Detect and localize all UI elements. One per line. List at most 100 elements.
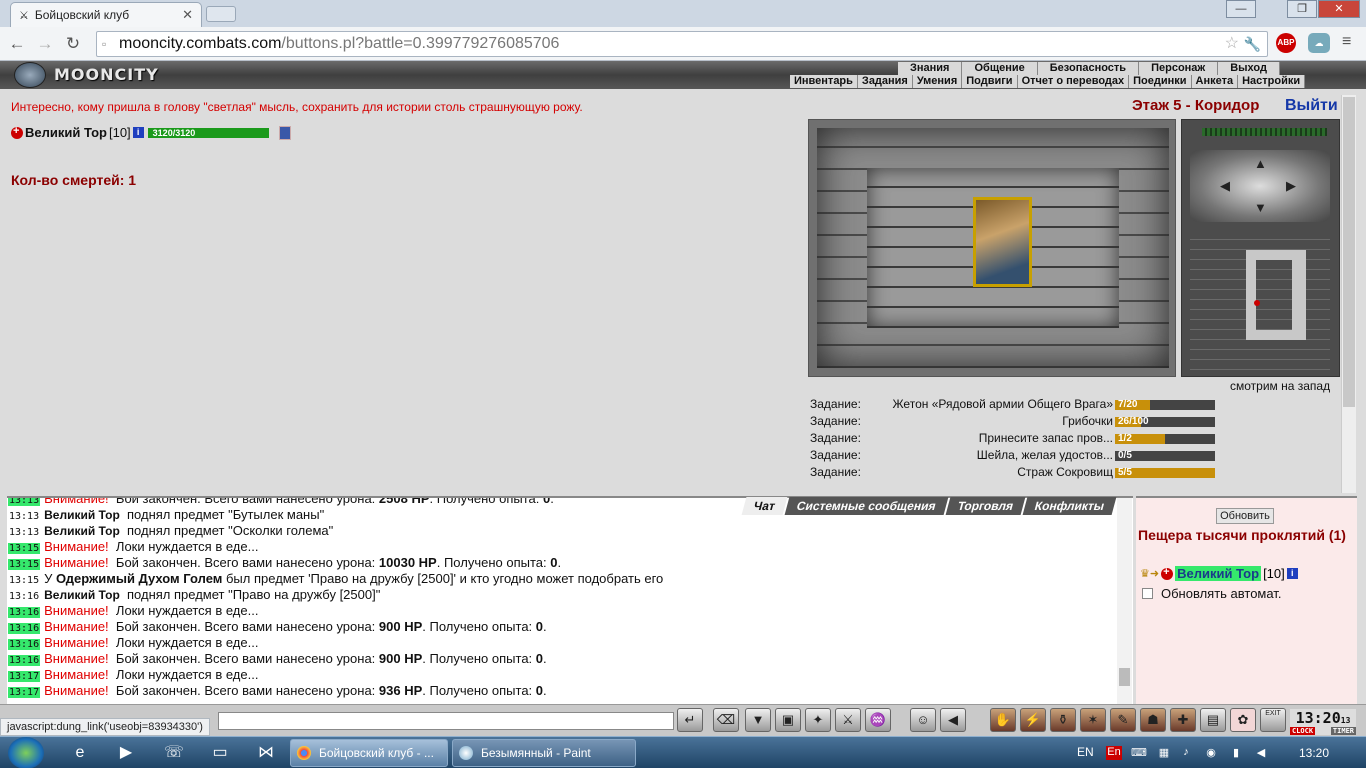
close-window-button[interactable]: ✕ — [1318, 0, 1360, 18]
forward-icon[interactable]: ▲ — [1254, 156, 1267, 171]
menu-knowledge[interactable]: Знания — [898, 62, 963, 75]
info-icon[interactable]: i — [1286, 568, 1298, 579]
site-header: MOONCITY Знания Общение Безопасность Пер… — [0, 61, 1366, 89]
tray-network-icon[interactable]: ▦ — [1156, 746, 1172, 760]
turn-left-icon[interactable]: ◀ — [1220, 178, 1230, 194]
clock-label[interactable]: CLOCK — [1290, 727, 1316, 735]
submenu-profile[interactable]: Анкета — [1191, 75, 1239, 88]
task-name[interactable]: Страж Сокровищ — [1017, 465, 1113, 479]
task-name[interactable]: Грибочки — [1062, 414, 1113, 428]
smiley-icon[interactable]: ☺ — [910, 708, 936, 732]
skill-2-icon[interactable]: ⚡ — [1020, 708, 1046, 732]
chat-line: 13:17 Внимание! Локи нуждается в еде... — [8, 667, 1108, 683]
task-name[interactable]: Шейла, желая удостов... — [977, 448, 1113, 462]
submenu-inventory[interactable]: Инвентарь — [790, 75, 858, 88]
reload-icon[interactable]: ↻ — [62, 33, 84, 55]
chrome-icon — [297, 746, 311, 760]
system-clock[interactable]: 13:20 — [1299, 746, 1329, 760]
language-indicator[interactable]: EN — [1077, 745, 1094, 759]
chat-scrollbar[interactable] — [1117, 498, 1132, 704]
menu-character[interactable]: Персонаж — [1139, 62, 1219, 75]
submenu-fights[interactable]: Поединки — [1129, 75, 1192, 88]
submenu-skills[interactable]: Умения — [912, 75, 963, 88]
player-info: Великий Тор [10] i 3120/3120 — [11, 125, 291, 140]
menu-communication[interactable]: Общение — [962, 62, 1038, 75]
chat-input[interactable] — [218, 712, 674, 730]
browser-tab[interactable]: ⚔ Бойцовский клуб ✕ — [10, 2, 202, 27]
submenu-achievements[interactable]: Подвиги — [962, 75, 1018, 88]
address-bar[interactable]: ▫ mooncity.combats.com/buttons.pl?battle… — [96, 31, 1268, 57]
speaker-icon[interactable]: ◀ — [940, 708, 966, 732]
scrollbar-thumb[interactable] — [1343, 97, 1355, 407]
chat-time: 13:16 — [9, 591, 40, 602]
menu-security[interactable]: Безопасность — [1037, 62, 1140, 75]
explorer-icon[interactable]: ▭ — [206, 741, 234, 765]
chat-scrollbar-thumb[interactable] — [1119, 668, 1130, 686]
new-tab-button[interactable] — [206, 6, 236, 22]
back-icon[interactable]: ▼ — [1254, 200, 1267, 215]
chat-player[interactable]: Великий Тор — [44, 524, 120, 538]
chat-text: поднял предмет "Бутылек маны" — [127, 507, 325, 522]
menu-icon[interactable]: ≡ — [1342, 33, 1351, 51]
member-name[interactable]: Великий Тор — [1175, 566, 1262, 581]
bookmark-star-icon[interactable]: ☆ — [1225, 32, 1239, 56]
tray-en-icon[interactable]: En — [1106, 746, 1122, 760]
save-icon[interactable]: ▣ — [775, 708, 801, 732]
wrench-icon[interactable]: 🔧 — [1244, 32, 1261, 56]
menu-exit[interactable]: Выход — [1218, 62, 1280, 75]
turn-right-icon[interactable]: ▶ — [1286, 178, 1296, 194]
minimize-button[interactable]: — — [1226, 0, 1256, 18]
chat-player[interactable]: Великий Тор — [44, 508, 120, 522]
skill-9-icon[interactable]: ✿ — [1230, 708, 1256, 732]
task-name[interactable]: Жетон «Рядовой армии Общего Врага» — [893, 397, 1114, 411]
tray-signal-icon[interactable]: ▮ — [1228, 746, 1244, 760]
skill-4-icon[interactable]: ✶ — [1080, 708, 1106, 732]
back-arrow-icon[interactable]: ← — [6, 33, 28, 55]
tab-close-icon[interactable]: ✕ — [182, 7, 193, 23]
info-icon[interactable]: i — [132, 127, 144, 138]
skill-1-icon[interactable]: ✋ — [990, 708, 1016, 732]
eraser-icon[interactable]: ⌫ — [713, 708, 739, 732]
tray-keyboard-icon[interactable]: ⌨ — [1131, 746, 1147, 760]
task-name[interactable]: Принесите запас пров... — [979, 431, 1113, 445]
sword-icon[interactable]: ⚔ — [835, 708, 861, 732]
timer-label[interactable]: TIMER — [1330, 727, 1356, 735]
main-scrollbar[interactable] — [1341, 95, 1356, 493]
ie-icon[interactable]: e — [66, 741, 94, 765]
maximize-button[interactable]: ❐ — [1287, 0, 1317, 18]
taskbar-chrome-window[interactable]: Бойцовский клуб - ... — [290, 739, 448, 767]
player-name[interactable]: Великий Тор — [25, 125, 107, 140]
auto-update-checkbox[interactable] — [1142, 588, 1153, 599]
chat-player[interactable]: Великий Тор — [44, 588, 120, 602]
tray-volume-icon[interactable]: ♪ — [1178, 746, 1194, 760]
media-player-icon[interactable]: ▶ — [112, 741, 140, 765]
viber-icon[interactable]: ☏ — [160, 741, 188, 765]
submenu-quests[interactable]: Задания — [857, 75, 913, 88]
forward-arrow-icon[interactable]: → — [34, 33, 56, 55]
send-icon[interactable]: ↵ — [677, 708, 703, 732]
exit-button[interactable]: EXIT — [1260, 708, 1286, 732]
start-button[interactable] — [8, 737, 44, 768]
submenu-transfers[interactable]: Отчет о переводах — [1017, 75, 1130, 88]
skill-6-icon[interactable]: ☗ — [1140, 708, 1166, 732]
exit-link[interactable]: Выйти — [1285, 97, 1338, 115]
tray-speaker-icon[interactable]: ◀ — [1253, 746, 1269, 760]
skill-7-icon[interactable]: ✚ — [1170, 708, 1196, 732]
feather-icon[interactable]: ♒ — [865, 708, 891, 732]
navigation-compass[interactable]: ◀ ▲ ▶ ▼ — [1190, 150, 1330, 222]
filter-icon[interactable]: ▼ — [745, 708, 771, 732]
task-progress-bar: 5/5 — [1115, 467, 1215, 478]
member-level: [10] — [1263, 566, 1285, 581]
extension-icon[interactable]: ☁ — [1308, 33, 1330, 53]
portrait-object[interactable] — [973, 197, 1032, 287]
submenu-settings[interactable]: Настройки — [1238, 75, 1306, 88]
fighter-icon[interactable]: ✦ — [805, 708, 831, 732]
skill-3-icon[interactable]: ⚱ — [1050, 708, 1076, 732]
adblock-icon[interactable]: ABP — [1276, 33, 1296, 53]
refresh-button[interactable]: Обновить — [1216, 508, 1274, 524]
vs-icon[interactable]: ⋈ — [252, 741, 280, 765]
skill-5-icon[interactable]: ✎ — [1110, 708, 1136, 732]
skill-8-icon[interactable]: ▤ — [1200, 708, 1226, 732]
tray-app-icon[interactable]: ◉ — [1203, 746, 1219, 760]
taskbar-paint-window[interactable]: Безымянный - Paint — [452, 739, 636, 767]
